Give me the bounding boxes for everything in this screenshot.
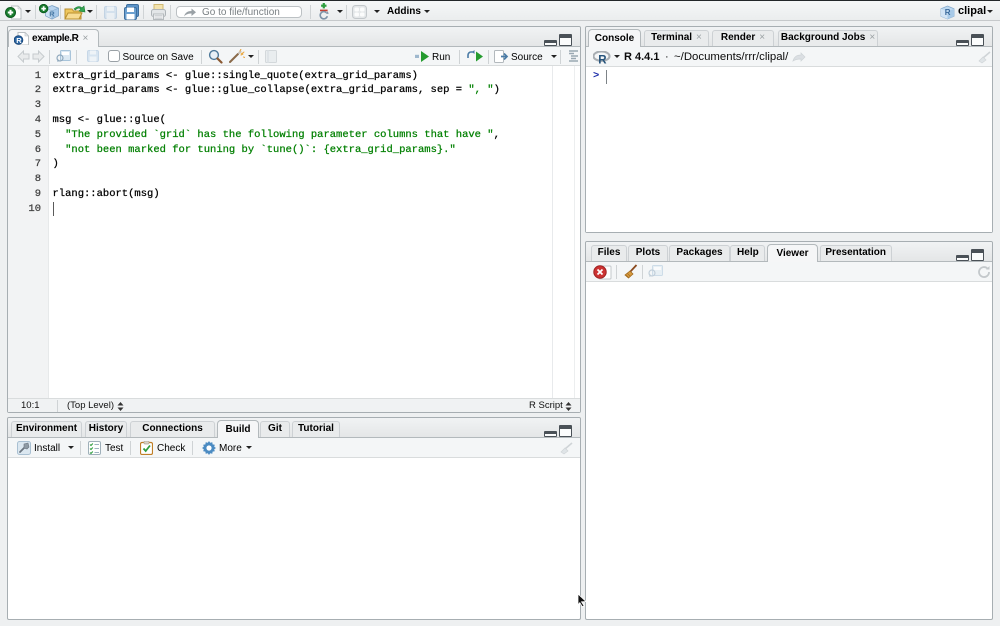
- svg-text:R: R: [598, 55, 607, 66]
- svg-text:R: R: [945, 8, 951, 17]
- svg-text:R: R: [49, 10, 55, 19]
